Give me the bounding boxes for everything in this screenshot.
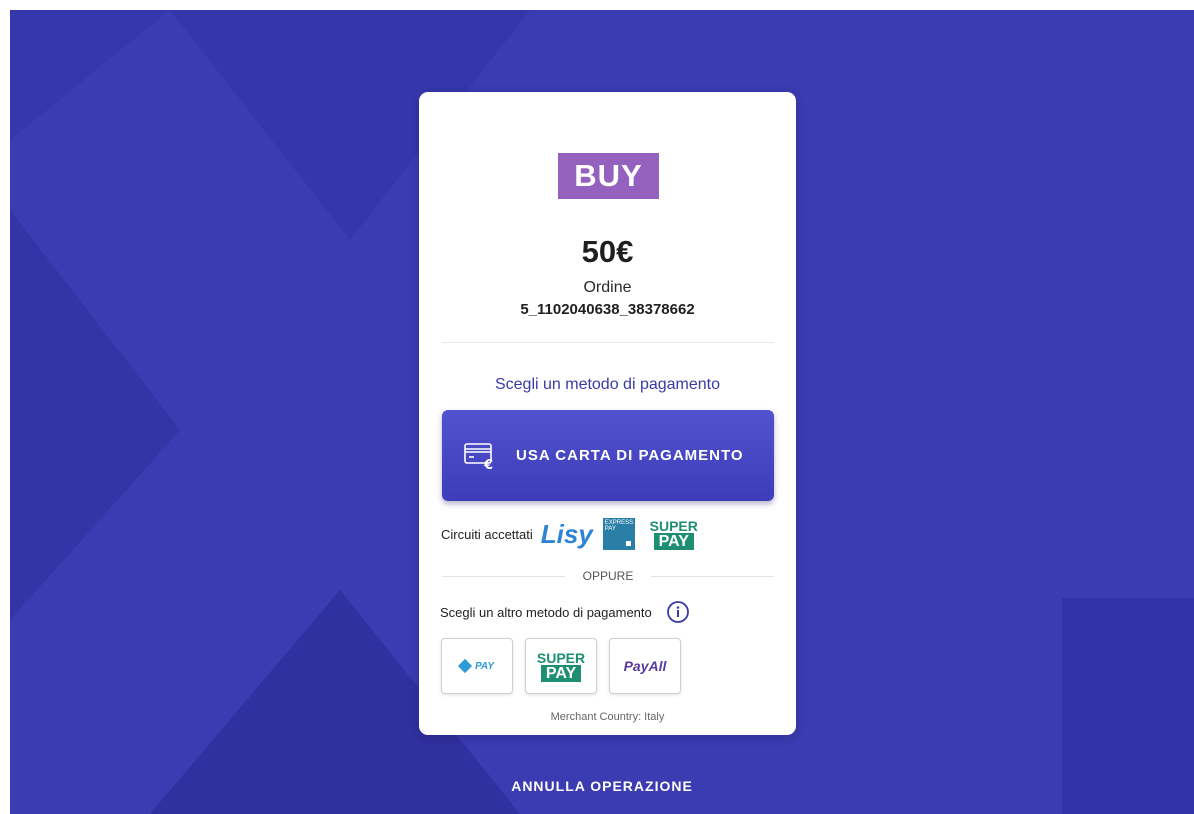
- or-text: OPPURE: [582, 569, 634, 583]
- merchant-country: Merchant Country: Italy: [550, 711, 665, 723]
- order-label: Ordine: [583, 279, 632, 296]
- epay-logo-text: PAY: [474, 660, 495, 672]
- info-icon[interactable]: [666, 600, 690, 624]
- superpay-logo: SUPER PAY: [649, 519, 699, 550]
- divider: [442, 342, 774, 343]
- epay-button[interactable]: PAY: [441, 638, 513, 694]
- svg-text:€: €: [483, 458, 493, 471]
- superpay-button[interactable]: SUPER PAY: [525, 638, 597, 694]
- credit-card-euro-icon: €: [464, 442, 493, 471]
- lisy-logo-text: Lisy: [540, 518, 593, 549]
- other-methods-row: Scegli un altro metodo di pagamento: [440, 599, 690, 625]
- use-card-label: USA CARTA DI PAGAMENTO: [516, 447, 744, 464]
- payall-logo-text: PayAll: [623, 658, 667, 674]
- use-card-button[interactable]: € USA CARTA DI PAGAMENTO: [442, 410, 774, 501]
- lisy-logo: Lisy: [540, 518, 593, 549]
- superpay-method-bottom: PAY: [540, 664, 582, 682]
- alternative-methods: PAY SUPER PAY PayAll: [441, 638, 693, 694]
- payment-method-title: Scegli un metodo di pagamento: [494, 376, 721, 393]
- payall-button[interactable]: PayAll: [609, 638, 681, 694]
- express-pay-text: EXPRESS PAY: [604, 520, 634, 532]
- superpay-bottom-text: PAY: [653, 532, 694, 550]
- superpay-method-logo: SUPER PAY: [536, 651, 586, 682]
- circuits-label: Circuiti accettati: [441, 526, 533, 542]
- express-pay-logo: EXPRESS PAY: [602, 518, 635, 550]
- page-background: BUY 50€ Ordine 5_1102040638_38378662 Sce…: [10, 10, 1194, 814]
- other-methods-label: Scegli un altro metodo di pagamento: [440, 604, 652, 620]
- merchant-logo-text: BUY: [574, 158, 643, 193]
- order-number: 5_1102040638_38378662: [520, 301, 695, 318]
- superpay-method-top: SUPER: [536, 649, 586, 666]
- payment-card: BUY 50€ Ordine 5_1102040638_38378662 Sce…: [419, 92, 796, 735]
- cancel-operation-link[interactable]: ANNULLA OPERAZIONE: [10, 778, 1194, 794]
- epay-diamond-icon: [457, 658, 473, 674]
- superpay-top-text: SUPER: [649, 517, 698, 534]
- or-separator: OPPURE: [442, 568, 774, 584]
- epay-logo: PAY: [457, 658, 495, 674]
- accepted-circuits: Circuiti accettati Lisy EXPRESS PAY SUPE…: [441, 516, 699, 552]
- order-amount: 50€: [581, 234, 634, 269]
- merchant-logo: BUY: [558, 153, 659, 199]
